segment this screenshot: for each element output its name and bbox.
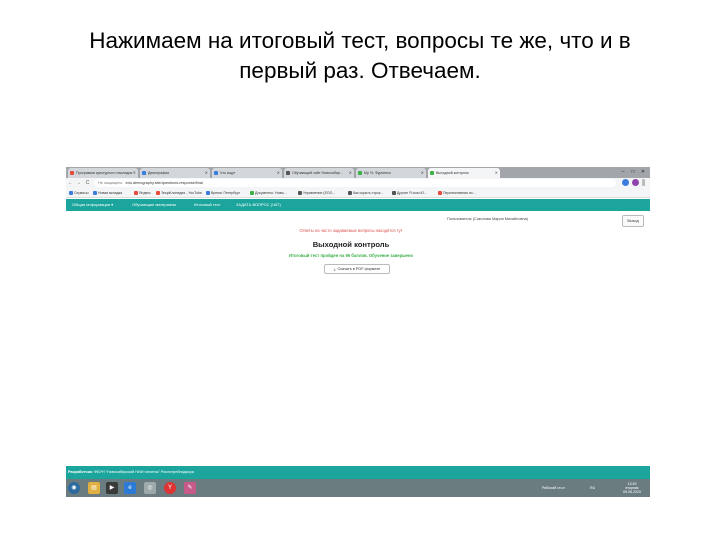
page-title: Выходной контроль: [312, 240, 390, 249]
desktop-label[interactable]: Рабочий стол: [542, 486, 565, 490]
faq-link[interactable]: Ответы на часто задаваемые вопросы наход…: [216, 228, 486, 233]
clock[interactable]: 13:49 вторник 09.06.2020: [614, 482, 650, 495]
tab-strip: Программа культурного наследия ✕ Демограф…: [66, 167, 650, 178]
download-pdf-label: Скачать в PDF формате: [337, 267, 381, 271]
reload-icon[interactable]: C: [84, 178, 91, 188]
tab-favicon-icon: [430, 171, 434, 175]
tab-favicon-icon: [214, 171, 218, 175]
menu-kebab-icon[interactable]: [642, 179, 645, 186]
browser-screenshot: Программа культурного наследия ✕ Демограф…: [66, 167, 650, 497]
chrome-icon[interactable]: ◎: [144, 482, 156, 494]
browser-tab[interactable]: Демография ✕: [140, 168, 210, 178]
logout-button[interactable]: Выход: [622, 215, 644, 227]
bookmarks-bar: Сервисы Новая вкладка Яндекс ЭнциКлопеди…: [66, 188, 650, 198]
menu-ask-question[interactable]: ЗАДАТЬ ВОПРОС (ЧАТ): [236, 199, 281, 211]
bookmark-item[interactable]: Яндекс: [134, 188, 151, 198]
download-icon: ⤓: [333, 267, 336, 271]
forward-icon[interactable]: →: [75, 178, 82, 188]
download-pdf-button[interactable]: ⤓ Скачать в PDF формате: [324, 264, 390, 274]
close-window-icon[interactable]: ✕: [638, 167, 648, 178]
slide-title-line-2: первый раз. Отвечаем.: [239, 58, 481, 83]
menu-learning-materials[interactable]: Обучающие материалы: [132, 199, 176, 211]
security-indicator[interactable]: Не защищено: [98, 181, 122, 185]
bookmark-item[interactable]: Сервисы: [69, 188, 89, 198]
taskbar: ◉ ▤ ▶ e ◎ Y ✎ Рабочий стол RU 13:49 втор…: [66, 479, 650, 497]
back-icon[interactable]: ←: [67, 178, 74, 188]
ie-icon[interactable]: e: [124, 482, 136, 494]
bookmark-favicon-icon: [206, 191, 210, 195]
tab-close-icon[interactable]: ✕: [421, 168, 424, 178]
tab-close-icon[interactable]: ✕: [205, 168, 208, 178]
browser-tab[interactable]: Что ищут ✕: [212, 168, 282, 178]
folder-icon[interactable]: ▤: [88, 482, 100, 494]
site-menu: Общая информация ▾ Обучающие материалы И…: [66, 199, 650, 211]
clock-date: 09.06.2020: [623, 490, 641, 495]
tab-close-icon[interactable]: ✕: [495, 168, 498, 178]
bookmark-favicon-icon: [156, 191, 160, 195]
tab-close-icon[interactable]: ✕: [349, 168, 352, 178]
bookmark-item[interactable]: Документы: Новы...: [250, 188, 287, 198]
footer-label: Разработчик:: [68, 470, 94, 474]
bookmark-favicon-icon: [392, 191, 396, 195]
media-player-icon[interactable]: ▶: [106, 482, 118, 494]
site-footer: Разработчик: ФБУН "Новосибирский НИИ гиг…: [66, 466, 650, 479]
tab-favicon-icon: [286, 171, 290, 175]
bookmark-favicon-icon: [348, 191, 352, 195]
tab-close-icon[interactable]: ✕: [133, 168, 136, 178]
browser-tab[interactable]: My YL Фурсенко ✕: [356, 168, 426, 178]
start-icon[interactable]: ◉: [68, 482, 80, 494]
extension-icon[interactable]: [622, 179, 629, 186]
browser-tab-active[interactable]: Выходной контроль ✕: [428, 168, 500, 178]
tab-favicon-icon: [358, 171, 362, 175]
test-result-text: Итоговый тест пройден на 96 баллов. Обуч…: [288, 253, 414, 258]
address-input[interactable]: Не защищено edu.demography.site/question…: [94, 179, 616, 187]
bookmark-item[interactable]: Перспективная по...: [438, 188, 476, 198]
bookmark-favicon-icon: [438, 191, 442, 195]
bookmark-item[interactable]: Как скрыть строк...: [348, 188, 383, 198]
footer-text: ФБУН "Новосибирский НИИ гигиены" Роспотр…: [94, 470, 194, 474]
yandex-icon[interactable]: Y: [164, 482, 176, 494]
address-bar-row: ← → C Не защищено edu.demography.site/qu…: [66, 178, 650, 188]
bookmark-favicon-icon: [69, 191, 73, 195]
profile-avatar-icon[interactable]: [632, 179, 639, 186]
slide-title: Нажимаем на итоговый тест, вопросы те же…: [40, 26, 680, 86]
maximize-icon[interactable]: □: [628, 167, 638, 178]
bookmark-item[interactable]: Другие Я сказ Ю...: [392, 188, 427, 198]
browser-tab[interactable]: Обучающий сайт Новосибир... ✕: [284, 168, 354, 178]
tab-close-icon[interactable]: ✕: [277, 168, 280, 178]
minimize-icon[interactable]: –: [618, 167, 628, 178]
bookmark-item[interactable]: Управление (ЕОО...: [298, 188, 335, 198]
bookmark-item[interactable]: Новая вкладка: [93, 188, 122, 198]
bookmark-item[interactable]: Время: Петербург: [206, 188, 240, 198]
language-indicator[interactable]: RU: [590, 486, 595, 490]
slide-title-line-1: Нажимаем на итоговый тест, вопросы те же…: [89, 28, 631, 53]
bookmark-favicon-icon: [93, 191, 97, 195]
paint-icon[interactable]: ✎: [184, 482, 196, 494]
bookmark-favicon-icon: [298, 191, 302, 195]
bookmark-item[interactable]: ЭнциКлопедия - YouTube: [156, 188, 202, 198]
browser-tab[interactable]: Программа культурного наследия ✕: [68, 168, 138, 178]
menu-general-info[interactable]: Общая информация ▾: [72, 199, 113, 211]
url-text: edu.demography.site/questions-response/f…: [125, 181, 203, 185]
bookmark-favicon-icon: [134, 191, 138, 195]
bookmark-favicon-icon: [250, 191, 254, 195]
tab-favicon-icon: [70, 171, 74, 175]
tab-favicon-icon: [142, 171, 146, 175]
menu-final-test[interactable]: Итоговый тест: [194, 199, 221, 211]
user-name: Пользователь (Соколова Мария Михайловна): [447, 217, 528, 221]
